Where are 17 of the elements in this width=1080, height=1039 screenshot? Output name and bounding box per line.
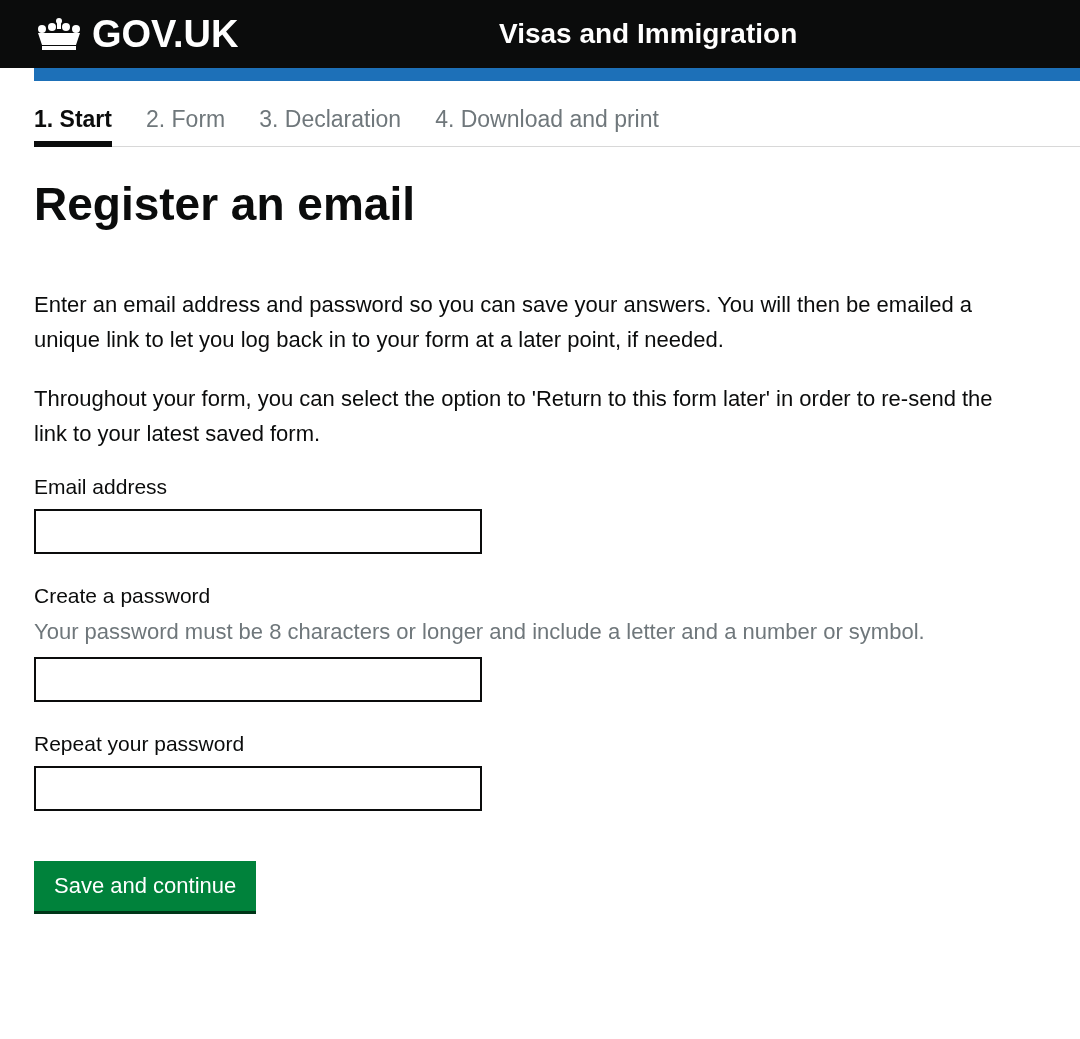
field-hint: Your password must be 8 characters or longer and include a letter and a number or symbol. [34, 618, 926, 646]
intro-paragraph: Enter an email address and password so you can save your answers. You will then be emailed a unique link to let you log back in to your form at a later point, if needed. [34, 291, 973, 354]
step-tab[interactable]: 1. Start [34, 106, 112, 147]
step-tab[interactable]: 4. Download and print [435, 106, 659, 147]
service-name[interactable]: Visas and Immigration [499, 18, 798, 50]
input-field[interactable] [34, 657, 482, 702]
page-heading: Register an email [34, 177, 416, 231]
step-tab[interactable]: 2. Form [146, 106, 226, 147]
input-field[interactable] [34, 509, 482, 554]
intro-paragraph: Throughout your form, you can select the option to 'Return to this form later' in order to re-send the link to your latest saved form. [34, 385, 994, 448]
field-label: Repeat your password [34, 732, 246, 756]
save-button[interactable]: Save and continue [34, 861, 257, 911]
logo-text[interactable]: GOV.UK [92, 12, 239, 56]
input-field[interactable] [34, 766, 482, 811]
step-tab[interactable]: 3. Declaration [259, 106, 402, 147]
field-label: Email address [34, 475, 169, 499]
field-label: Create a password [34, 584, 212, 608]
